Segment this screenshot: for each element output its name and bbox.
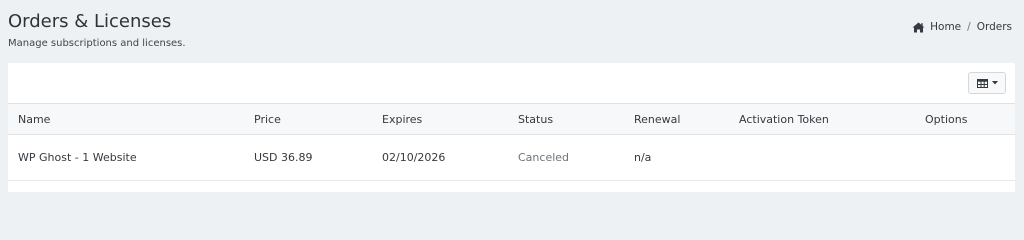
order-expires: 02/10/2026	[382, 151, 446, 164]
order-renewal: n/a	[634, 151, 652, 164]
column-header-expires[interactable]: Expires	[382, 104, 422, 134]
order-price: USD 36.89	[254, 151, 313, 164]
column-header-renewal[interactable]: Renewal	[634, 104, 680, 134]
table-row: WP Ghost - 1 Website USD 36.89 02/10/202…	[8, 135, 1015, 181]
home-icon[interactable]	[912, 22, 925, 33]
breadcrumb-current: Orders	[976, 21, 1012, 33]
columns-toggle-button[interactable]	[968, 72, 1006, 94]
table-header-row: Name Price Expires Status Renewal Activa…	[8, 103, 1015, 135]
table-columns-icon	[976, 78, 988, 88]
column-header-price[interactable]: Price	[254, 104, 281, 134]
column-header-name[interactable]: Name	[18, 104, 50, 134]
column-header-status[interactable]: Status	[518, 104, 553, 134]
breadcrumb: Home / Orders	[912, 21, 1012, 33]
column-header-activation-token[interactable]: Activation Token	[739, 104, 829, 134]
column-header-options: Options	[925, 112, 968, 126]
card-toolbar	[8, 63, 1015, 103]
breadcrumb-home-link[interactable]: Home	[930, 21, 961, 33]
order-name: WP Ghost - 1 Website	[18, 151, 137, 164]
order-status: Canceled	[518, 151, 570, 164]
orders-card: Name Price Expires Status Renewal Activa…	[8, 63, 1015, 192]
page-header: Orders & Licenses Manage subscriptions a…	[8, 10, 1012, 54]
page-subtitle: Manage subscriptions and licenses.	[8, 38, 186, 49]
page-title: Orders & Licenses	[8, 11, 172, 32]
breadcrumb-separator: /	[967, 21, 971, 33]
caret-down-icon	[991, 81, 998, 85]
